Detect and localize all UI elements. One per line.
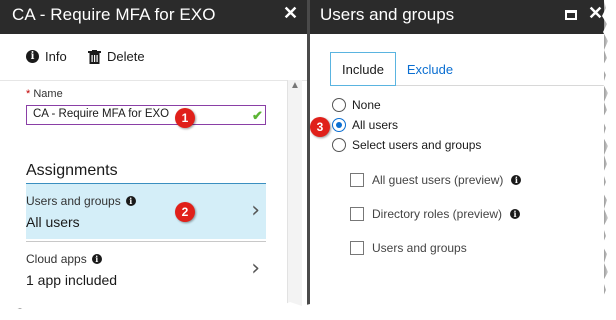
tab-exclude[interactable]: Exclude [402, 52, 458, 86]
name-field-label: * Name [26, 88, 63, 100]
info-icon: i [510, 209, 521, 219]
users-groups-blade: Users and groups ✕ Include Exclude None … [310, 0, 604, 308]
users-groups-blade-header: Users and groups ✕ [310, 0, 604, 34]
chevron-right-icon: › [251, 256, 260, 281]
checkbox-all-guest-users[interactable]: All guest users (preview) i [350, 173, 522, 187]
info-icon: i [91, 254, 102, 264]
checkbox-label: Directory roles (preview) [372, 207, 503, 221]
assignment-title: Cloud apps [26, 252, 87, 266]
radio-all-users[interactable]: All users [332, 118, 398, 132]
tab-underline [396, 85, 604, 86]
radio-none[interactable]: None [332, 98, 381, 112]
info-button[interactable]: i Info [26, 49, 67, 64]
assignment-title-wrap: Users and groups i [26, 194, 136, 208]
policy-blade-title: CA - Require MFA for EXO [12, 5, 216, 24]
radio-label: All users [352, 118, 399, 132]
policy-blade-header: CA - Require MFA for EXO ✕ [0, 0, 307, 34]
info-icon: i [511, 175, 522, 185]
callout-badge: 1 [175, 108, 195, 128]
required-mark: * [26, 88, 31, 100]
torn-edge-right [602, 0, 616, 320]
assignment-users-and-groups[interactable]: Users and groups i All users › [26, 183, 266, 239]
policy-blade: CA - Require MFA for EXO ✕ i Info Delete [0, 0, 307, 308]
radio-button[interactable] [332, 138, 346, 152]
radio-label: Select users and groups [352, 138, 482, 152]
callout-badge: 3 [310, 117, 330, 137]
users-groups-blade-title: Users and groups [320, 5, 455, 24]
scrollbar[interactable]: ▲ [287, 80, 302, 308]
checkbox[interactable] [350, 207, 364, 221]
assignments-heading: Assignments [26, 162, 118, 179]
chevron-right-icon: › [251, 198, 260, 223]
checkbox[interactable] [350, 173, 364, 187]
checkbox-users-and-groups[interactable]: Users and groups [350, 241, 467, 255]
assignment-value: 1 app included [26, 272, 118, 288]
assignment-value: All users [26, 214, 80, 230]
scroll-up-arrow-icon[interactable]: ▲ [290, 80, 300, 91]
radio-button[interactable] [332, 98, 346, 112]
checkbox-label: All guest users (preview) [372, 173, 504, 187]
screenshot-frame: CA - Require MFA for EXO ✕ i Info Delete [0, 0, 604, 308]
radio-select-users-and-groups[interactable]: Select users and groups [332, 138, 481, 152]
tab-include[interactable]: Include [330, 52, 396, 86]
checkbox-directory-roles[interactable]: Directory roles (preview) i [350, 207, 521, 221]
name-input[interactable]: CA - Require MFA for EXO [26, 105, 266, 125]
delete-button-label: Delete [107, 49, 145, 64]
radio-label: None [352, 98, 381, 112]
checkbox-label: Users and groups [372, 241, 467, 255]
maximize-icon[interactable] [565, 10, 577, 20]
trash-icon [88, 49, 101, 64]
callout-badge: 2 [175, 202, 195, 222]
assignment-title-wrap: Cloud apps i [26, 252, 102, 266]
name-label-text: Name [33, 88, 63, 100]
info-icon: i [125, 196, 136, 206]
torn-edge-bottom [0, 300, 616, 320]
radio-button-selected[interactable] [332, 118, 346, 132]
assignment-cloud-apps[interactable]: Cloud apps i 1 app included › [26, 241, 266, 297]
close-icon[interactable]: ✕ [283, 3, 298, 24]
delete-button[interactable]: Delete [88, 49, 145, 64]
assignment-title: Users and groups [26, 194, 121, 208]
checkbox[interactable] [350, 241, 364, 255]
checkmark-icon: ✔ [252, 108, 263, 123]
command-bar: i Info Delete [0, 34, 307, 81]
info-icon: i [26, 50, 39, 63]
info-button-label: Info [45, 49, 67, 64]
